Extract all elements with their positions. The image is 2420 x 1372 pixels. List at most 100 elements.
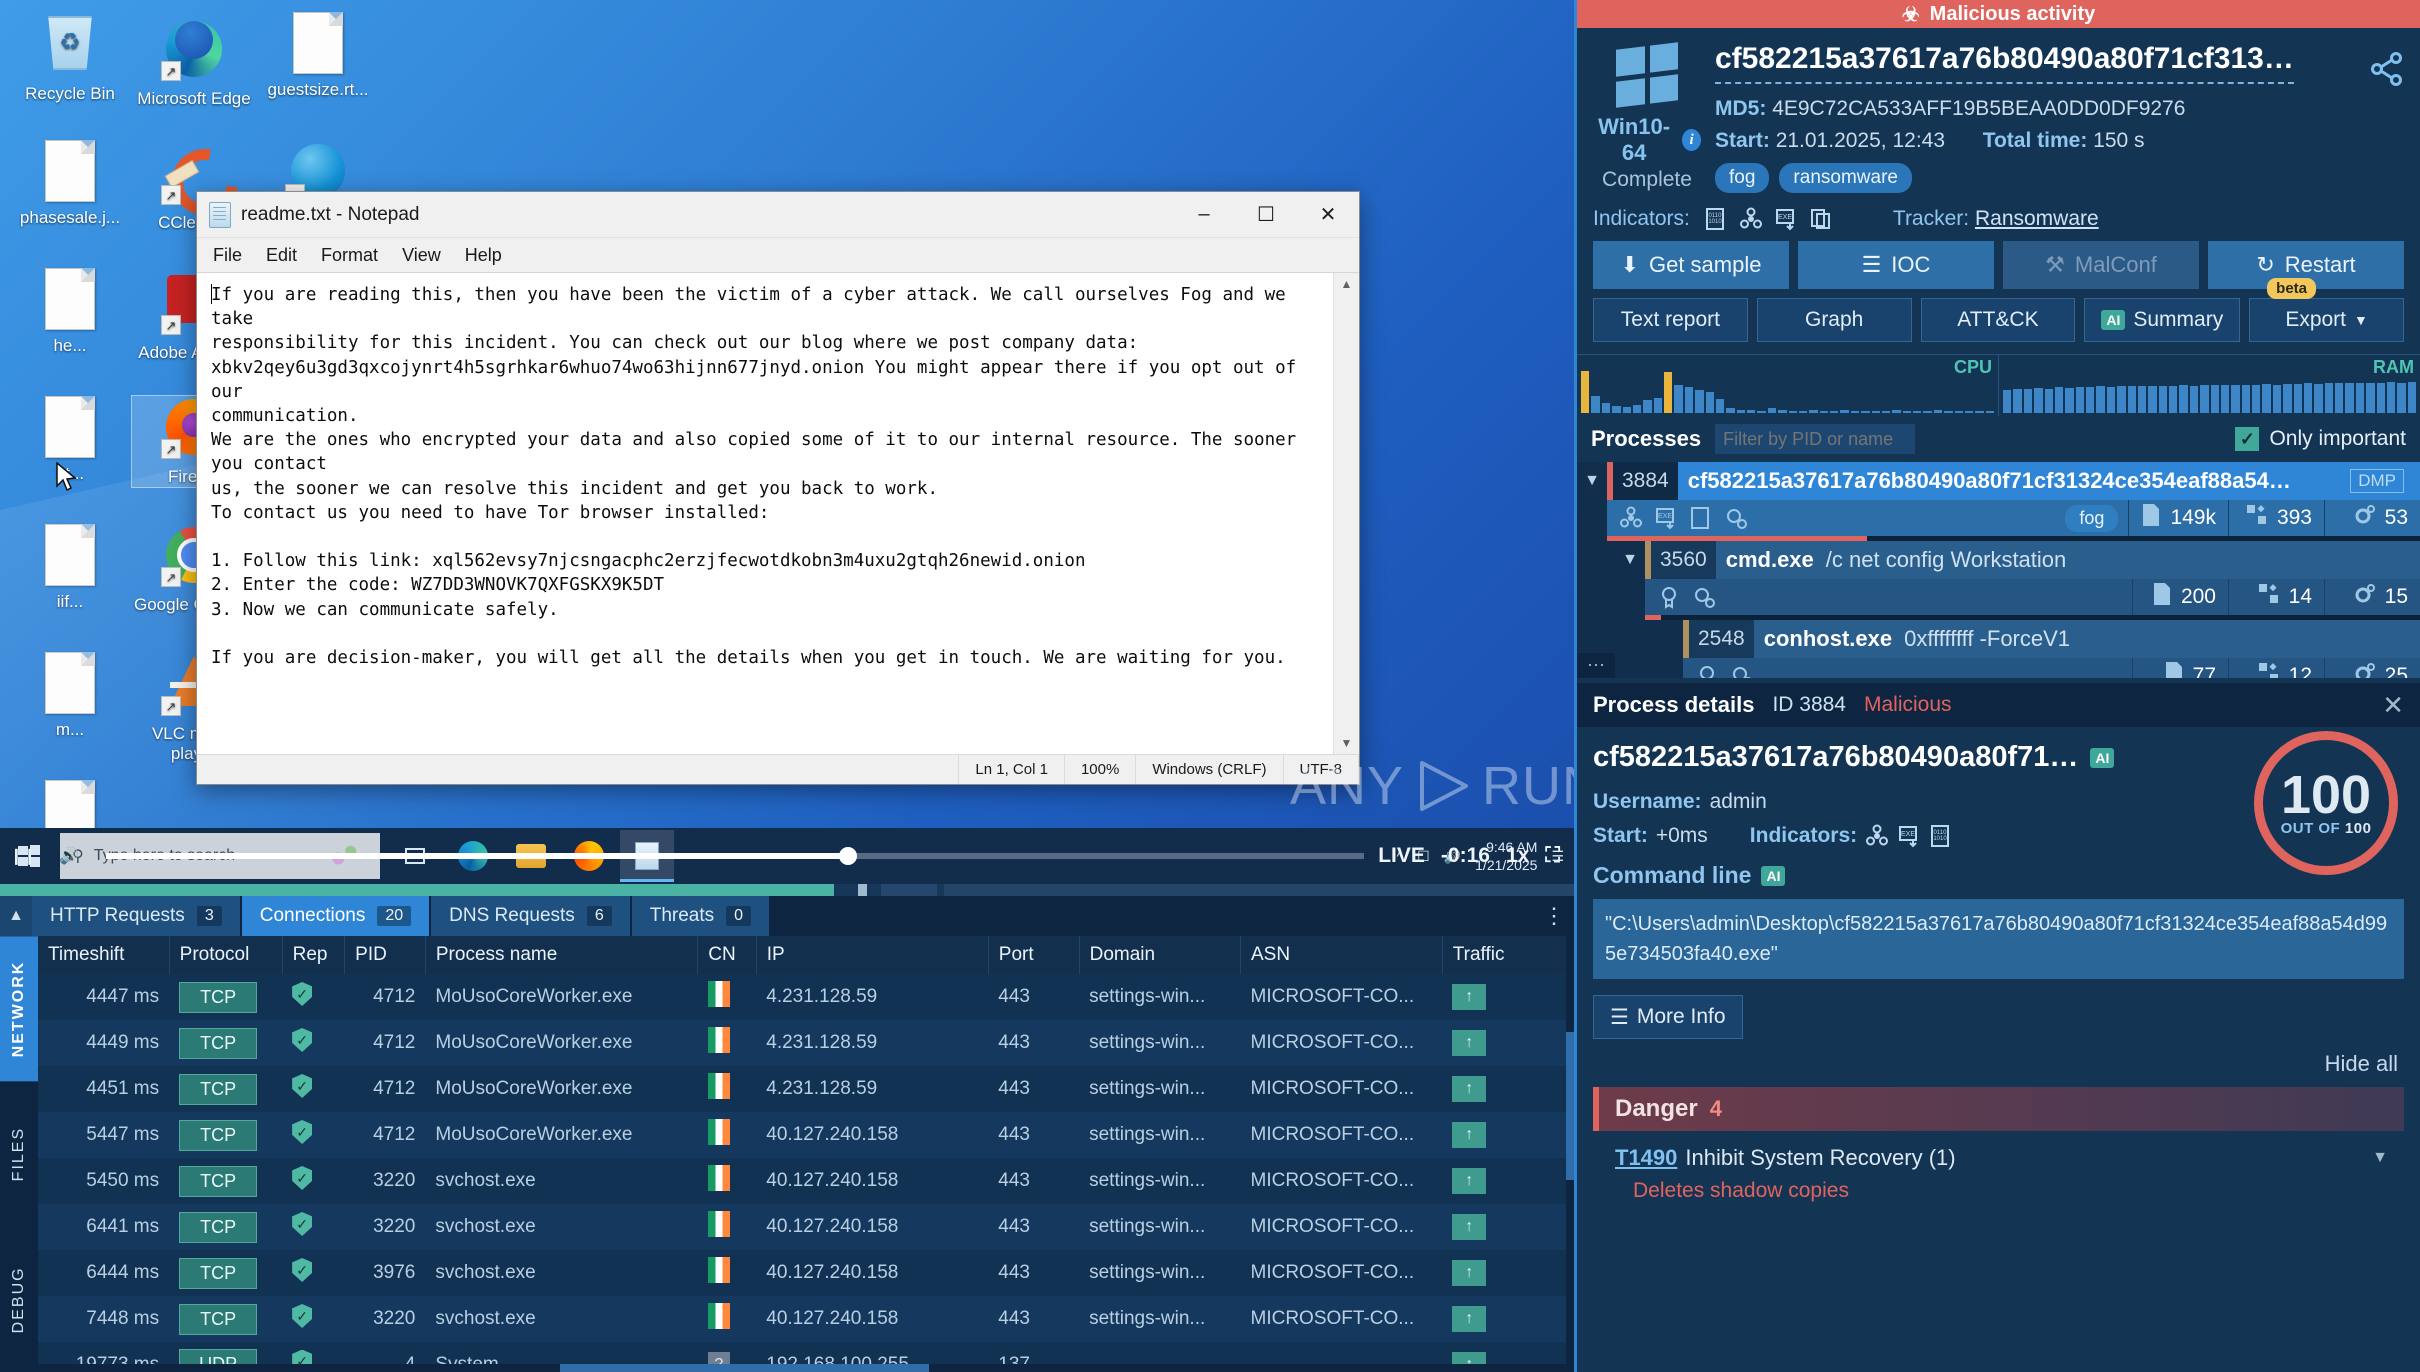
technique-id-link[interactable]: T1490 bbox=[1615, 1145, 1677, 1171]
column-header-timeshift[interactable]: Timeshift bbox=[38, 936, 170, 974]
more-info-button[interactable]: ☰ More Info bbox=[1593, 995, 1743, 1039]
table-vertical-scrollbar[interactable] bbox=[1566, 936, 1574, 1372]
player-timeline-handle[interactable] bbox=[839, 847, 858, 865]
expand-collapse-icon[interactable]: ▼ bbox=[1615, 541, 1645, 579]
network-tab-connections[interactable]: Connections 20 bbox=[241, 896, 430, 936]
desktop-icon-m[interactable]: m... bbox=[8, 652, 132, 740]
side-tab-files[interactable]: FILES bbox=[0, 1081, 38, 1226]
notepad-menu-file[interactable]: File bbox=[213, 245, 242, 266]
binary-data-icon[interactable] bbox=[1689, 506, 1713, 530]
att-ck-button[interactable]: ATT&CK bbox=[1920, 298, 2076, 342]
notepad-menu-edit[interactable]: Edit bbox=[266, 245, 297, 266]
share-icon[interactable] bbox=[2370, 52, 2404, 91]
process-tag[interactable]: fog bbox=[2065, 504, 2119, 532]
checkbox-checked-icon[interactable]: ✓ bbox=[2235, 427, 2260, 451]
export-button[interactable]: Export ▼ bbox=[2249, 298, 2404, 342]
notepad-menu-help[interactable]: Help bbox=[465, 245, 502, 266]
side-tab-debug[interactable]: DEBUG bbox=[0, 1227, 38, 1372]
close-icon[interactable]: ✕ bbox=[2382, 690, 2404, 721]
get-sample-button[interactable]: ⬇ Get sample bbox=[1593, 241, 1789, 289]
notepad-content[interactable]: If you are reading this, then you have b… bbox=[197, 273, 1333, 754]
table-row[interactable]: 6444 ms TCP 3976svchost.exe 40.127.240.1584… bbox=[38, 1250, 1574, 1296]
table-horizontal-scrollbar[interactable] bbox=[38, 1364, 1574, 1372]
table-row[interactable]: 4451 ms TCP 4712MoUsoCoreWorker.exe 4.231.1… bbox=[38, 1066, 1574, 1112]
volume-button[interactable]: 🔊 bbox=[46, 846, 92, 866]
summary-button[interactable]: AI Summary bbox=[2084, 298, 2241, 342]
process-row[interactable]: 2548 conhost.exe 0xffffffff -ForceV1 77 12 25 bbox=[1577, 620, 2420, 678]
column-header-ip[interactable]: IP bbox=[756, 936, 989, 974]
chevron-down-icon[interactable]: ▼ bbox=[2372, 1149, 2388, 1167]
scroll-down-icon[interactable]: ▼ bbox=[1341, 736, 1353, 750]
fullscreen-icon[interactable]: ⛶ bbox=[1545, 844, 1560, 868]
table-row[interactable]: 7448 ms TCP 3220svchost.exe 40.127.240.1584… bbox=[38, 1296, 1574, 1342]
column-header-rep[interactable]: Rep bbox=[282, 936, 346, 974]
column-header-port[interactable]: Port bbox=[988, 936, 1080, 974]
desktop-icon-recycle-bin[interactable]: Recycle Bin bbox=[8, 12, 132, 104]
side-tab-network[interactable]: NETWORK bbox=[0, 936, 38, 1082]
scroll-thumb[interactable] bbox=[1566, 1031, 1574, 1181]
technique-row[interactable]: T1490 Inhibit System Recovery (1) ▼ bbox=[1593, 1131, 2404, 1171]
graph-button[interactable]: Graph bbox=[1756, 298, 1912, 342]
column-header-asn[interactable]: ASN bbox=[1240, 936, 1443, 974]
sample-hash-title[interactable]: cf582215a37617a76b80490a80f71cf313… bbox=[1715, 42, 2294, 84]
scroll-thumb-h[interactable] bbox=[560, 1364, 929, 1372]
playback-speed[interactable]: 1x bbox=[1506, 844, 1529, 868]
network-tab-threats[interactable]: Threats 0 bbox=[631, 896, 770, 936]
table-row[interactable]: 5447 ms TCP 4712MoUsoCoreWorker.exe 40.127.… bbox=[38, 1112, 1574, 1158]
session-progress-bar[interactable] bbox=[0, 884, 1574, 896]
notepad-window[interactable]: readme.txt - Notepad – ☐ ✕ File Edit Forma… bbox=[196, 191, 1360, 785]
notepad-scrollbar[interactable]: ▲ ▼ bbox=[1333, 273, 1359, 754]
desktop-icon-microsoft-edge[interactable]: ↗ Microsoft Edge bbox=[132, 12, 256, 109]
network-tab-dns-requests[interactable]: DNS Requests 6 bbox=[431, 896, 630, 936]
column-header-traffic[interactable]: Traffic bbox=[1442, 936, 1574, 974]
process-filter-input[interactable] bbox=[1715, 424, 1916, 454]
pause-button[interactable]: ❙❙ bbox=[0, 846, 46, 866]
certificate-icon[interactable] bbox=[1657, 585, 1681, 609]
ioc-button[interactable]: ☰ IOC bbox=[1798, 241, 1994, 289]
process-name-text[interactable]: cf582215a37617a76b80490a80f71… bbox=[1593, 741, 2078, 774]
binary-data-icon[interactable]: 0110 1010 bbox=[1704, 207, 1728, 231]
executable-download-icon[interactable]: EXE bbox=[1774, 207, 1798, 231]
minimize-button[interactable]: – bbox=[1173, 192, 1235, 237]
biohazard-icon[interactable] bbox=[1865, 824, 1889, 848]
desktop-icon-he[interactable]: he... bbox=[8, 268, 132, 356]
executable-download-icon[interactable]: EXE bbox=[1897, 824, 1921, 848]
command-line-value[interactable]: "C:\Users\admin\Desktop\cf582215a37617a7… bbox=[1593, 899, 2404, 979]
network-tab-http-requests[interactable]: HTTP Requests 3 bbox=[32, 896, 240, 936]
network-options-menu-icon[interactable]: ⋮ bbox=[1534, 896, 1574, 936]
more-processes-indicator[interactable]: ⋯ bbox=[1577, 653, 1615, 678]
sample-tag-ransomware[interactable]: ransomware bbox=[1779, 163, 1912, 193]
sample-tag-fog[interactable]: fog bbox=[1715, 163, 1770, 193]
tracker-value-link[interactable]: Ransomware bbox=[1975, 207, 2099, 230]
notepad-menu-view[interactable]: View bbox=[402, 245, 441, 266]
close-button[interactable]: ✕ bbox=[1297, 192, 1359, 237]
ai-badge-icon[interactable]: AI bbox=[2090, 747, 2115, 768]
info-icon[interactable]: i bbox=[1682, 129, 1701, 151]
table-row[interactable]: 4449 ms TCP 4712MoUsoCoreWorker.exe 4.231.1… bbox=[38, 1020, 1574, 1066]
collapse-panel-icon[interactable]: ▲ bbox=[0, 896, 32, 936]
dump-badge[interactable]: DMP bbox=[2350, 469, 2404, 493]
column-header-domain[interactable]: Domain bbox=[1079, 936, 1242, 974]
cpu-graph[interactable]: CPU bbox=[1577, 355, 1998, 416]
column-header-pid[interactable]: PID bbox=[344, 936, 426, 974]
executable-download-icon[interactable]: EXE bbox=[1654, 506, 1678, 530]
table-row[interactable]: 6441 ms TCP 3220svchost.exe 40.127.240.1584… bbox=[38, 1204, 1574, 1250]
player-timeline-slider[interactable] bbox=[106, 847, 1365, 865]
biohazard-icon[interactable] bbox=[1619, 506, 1643, 530]
hide-all-button[interactable]: Hide all bbox=[1593, 1051, 2404, 1077]
process-settings-icon[interactable] bbox=[1724, 506, 1748, 530]
expand-collapse-icon[interactable]: ▼ bbox=[1577, 462, 1607, 500]
danger-section-header[interactable]: Danger 4 bbox=[1593, 1087, 2404, 1131]
desktop-icon-iif[interactable]: iif... bbox=[8, 524, 132, 612]
process-row[interactable]: ▼ 3560 cmd.exe/c net config Workstation 200… bbox=[1577, 541, 2420, 620]
only-important-toggle[interactable]: ✓ Only important bbox=[2235, 427, 2406, 451]
process-settings-icon[interactable] bbox=[1692, 585, 1716, 609]
process-row[interactable]: ▼ 3884 cf582215a37617a76b80490a80f71cf3132… bbox=[1577, 462, 2420, 541]
ai-badge-icon[interactable]: AI bbox=[1761, 865, 1786, 886]
binary-data-icon[interactable]: 0110 1010 bbox=[1929, 824, 1953, 848]
table-row[interactable]: 4447 ms TCP 4712MoUsoCoreWorker.exe 4.231.1… bbox=[38, 974, 1574, 1020]
process-tree[interactable]: ▼ 3884 cf582215a37617a76b80490a80f71cf3132… bbox=[1577, 462, 2420, 678]
process-settings-icon[interactable] bbox=[1730, 664, 1754, 678]
table-row[interactable]: 5450 ms TCP 3220svchost.exe 40.127.240.1584… bbox=[38, 1158, 1574, 1204]
notepad-text-area[interactable]: If you are reading this, then you have b… bbox=[197, 272, 1359, 754]
